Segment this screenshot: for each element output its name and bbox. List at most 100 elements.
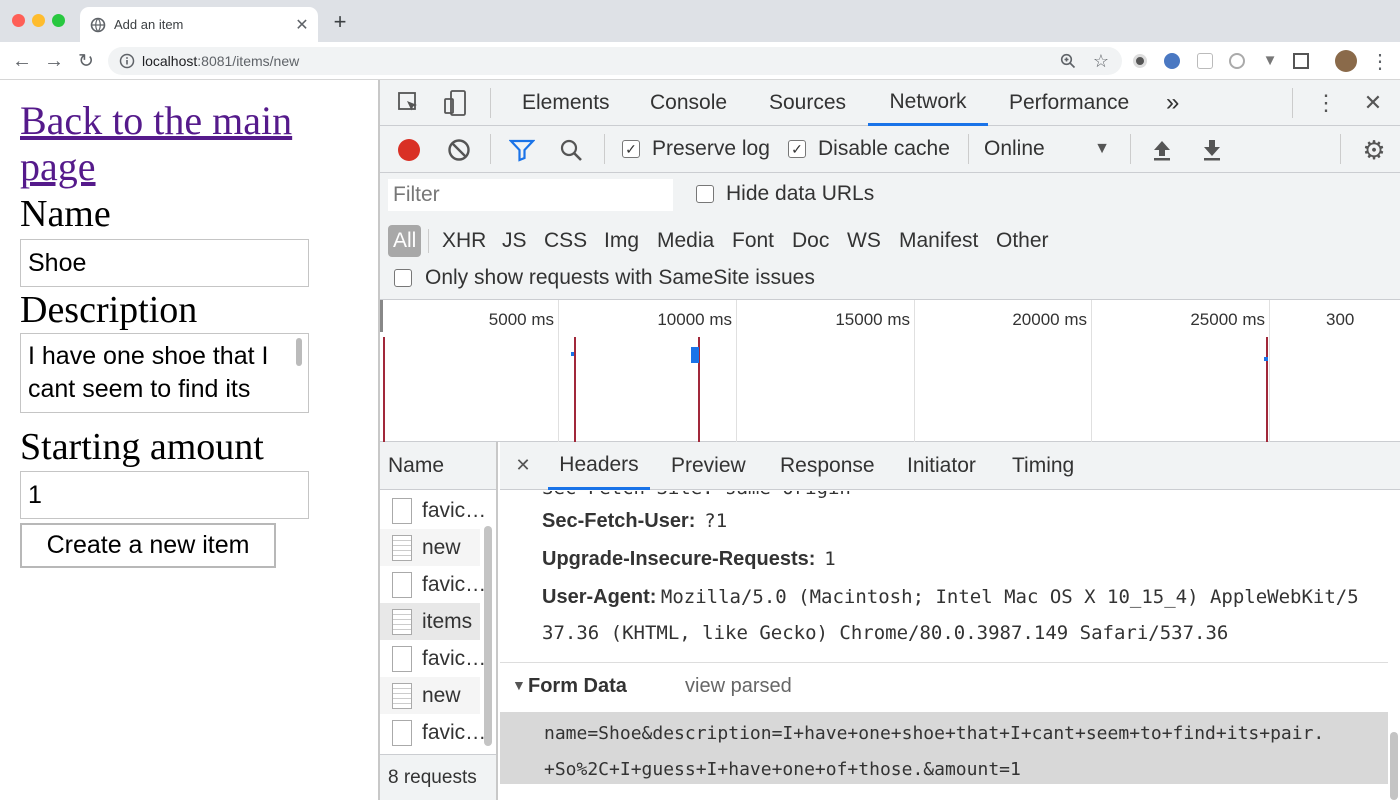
view-parsed-link[interactable]: view parsed <box>685 675 792 698</box>
hide-data-urls-checkbox[interactable] <box>696 185 714 203</box>
extension-icon[interactable] <box>1229 53 1245 69</box>
inspect-element-icon[interactable] <box>396 90 422 116</box>
extension-icon[interactable]: ▼ <box>1260 50 1280 70</box>
export-har-icon[interactable] <box>1200 137 1224 163</box>
menu-kebab-icon[interactable]: ⋮ <box>1370 49 1390 73</box>
extension-icon[interactable] <box>1293 53 1309 69</box>
back-icon[interactable]: ← <box>10 49 34 73</box>
filter-bar: Filter Hide data URLs All XHR JS CSS Img… <box>380 173 1400 300</box>
tab-initiator[interactable]: Initiator <box>907 442 976 490</box>
browser-tab-strip: Add an item ✕ + <box>0 0 1400 42</box>
maximize-window-button[interactable] <box>52 14 65 27</box>
forward-icon[interactable]: → <box>42 49 66 73</box>
type-filter-media[interactable]: Media <box>657 225 714 257</box>
detail-tab-bar: ✕ Headers Preview Response Initiator Tim… <box>500 442 1400 490</box>
chevron-down-icon[interactable]: ▼ <box>1092 138 1112 160</box>
type-filter-img[interactable]: Img <box>604 225 639 257</box>
tab-network[interactable]: Network <box>868 80 988 126</box>
url-text[interactable]: localhost:8081/items/new <box>142 53 299 69</box>
back-link[interactable]: Back to the main page <box>20 98 320 190</box>
type-filter-js[interactable]: JS <box>502 225 527 257</box>
timeline-tick-label: 5000 ms <box>488 310 554 329</box>
file-icon <box>392 497 412 524</box>
disable-cache-checkbox[interactable]: ✓ <box>788 140 806 158</box>
samesite-checkbox[interactable] <box>394 269 412 287</box>
description-textarea[interactable]: I have one shoe that I cant seem to find… <box>20 333 309 413</box>
minimize-window-button[interactable] <box>32 14 45 27</box>
type-filter-xhr[interactable]: XHR <box>442 225 486 257</box>
reload-icon[interactable]: ↻ <box>74 49 98 73</box>
tab-timing[interactable]: Timing <box>1012 442 1074 490</box>
type-filter-manifest[interactable]: Manifest <box>899 225 978 257</box>
type-filter-ws[interactable]: WS <box>847 225 881 257</box>
tab-sources[interactable]: Sources <box>769 80 846 126</box>
triangle-down-icon[interactable]: ▼ <box>512 677 526 693</box>
extension-icon[interactable] <box>1164 53 1180 69</box>
tab-elements[interactable]: Elements <box>522 80 610 126</box>
request-row[interactable]: favic… <box>380 714 486 751</box>
devtools-menu-icon[interactable]: ⋮ <box>1314 90 1338 116</box>
type-filter-other[interactable]: Other <box>996 225 1049 257</box>
clear-icon[interactable] <box>446 137 472 163</box>
name-column-header[interactable]: Name <box>380 442 496 490</box>
new-tab-button[interactable]: + <box>328 9 352 34</box>
request-detail-panel: ✕ Headers Preview Response Initiator Tim… <box>500 442 1400 800</box>
tab-response[interactable]: Response <box>780 442 875 490</box>
bookmark-star-icon[interactable]: ☆ <box>1090 50 1112 72</box>
close-detail-icon[interactable]: ✕ <box>512 454 534 476</box>
info-icon[interactable] <box>118 52 136 70</box>
type-filter-font[interactable]: Font <box>732 225 774 257</box>
textarea-scrollbar[interactable] <box>296 338 302 366</box>
request-row[interactable]: favic… <box>380 492 486 529</box>
form-data-body: name=Shoe&description=I+have+one+shoe+th… <box>500 712 1388 784</box>
close-tab-icon[interactable]: ✕ <box>292 15 312 35</box>
request-bar <box>691 347 699 363</box>
avatar[interactable] <box>1335 50 1357 72</box>
filter-input[interactable]: Filter <box>388 179 673 211</box>
request-row[interactable]: favic… <box>380 640 486 677</box>
request-row[interactable]: new <box>380 677 480 714</box>
type-filter-css[interactable]: CSS <box>544 225 587 257</box>
detail-scrollbar[interactable] <box>1390 732 1398 800</box>
close-window-button[interactable] <box>12 14 25 27</box>
preserve-log-label: Preserve log <box>652 137 770 160</box>
network-toolbar: ✓ Preserve log ✓ Disable cache Online ▼ … <box>380 126 1400 173</box>
request-row[interactable]: new <box>380 529 480 566</box>
status-footer: 8 requests <box>380 754 496 800</box>
type-filter-all[interactable]: All <box>388 225 422 257</box>
tab-performance[interactable]: Performance <box>1009 80 1129 126</box>
close-devtools-icon[interactable]: ✕ <box>1360 90 1386 116</box>
tab-preview[interactable]: Preview <box>671 442 746 490</box>
zoom-icon[interactable] <box>1058 51 1078 71</box>
search-icon[interactable] <box>558 137 584 163</box>
file-icon <box>392 719 412 746</box>
devtools-panel: Elements Console Sources Network Perform… <box>378 80 1400 800</box>
extension-icon[interactable] <box>1133 54 1147 68</box>
import-har-icon[interactable] <box>1150 137 1174 163</box>
throttling-select[interactable]: Online <box>984 137 1045 161</box>
network-overview[interactable]: 5000 ms 10000 ms 15000 ms 20000 ms 25000… <box>380 300 1400 442</box>
preserve-log-checkbox[interactable]: ✓ <box>622 140 640 158</box>
tab-console[interactable]: Console <box>650 80 727 126</box>
device-toolbar-icon[interactable] <box>442 89 468 117</box>
address-bar[interactable]: localhost:8081/items/new ☆ <box>108 47 1122 75</box>
request-row[interactable]: favic… <box>380 566 486 603</box>
document-icon <box>392 682 412 709</box>
header-row: User-Agent: Mozilla/5.0 (Macintosh; Inte… <box>542 586 1359 608</box>
tab-headers[interactable]: Headers <box>548 442 650 490</box>
extension-icon[interactable] <box>1197 53 1213 69</box>
browser-tab[interactable]: Add an item ✕ <box>80 7 318 42</box>
create-item-button[interactable]: Create a new item <box>20 523 276 568</box>
header-row: Upgrade-Insecure-Requests: 1 <box>542 548 836 570</box>
settings-gear-icon[interactable]: ⚙ <box>1360 135 1388 165</box>
request-row-selected[interactable]: items <box>380 603 480 640</box>
amount-input[interactable]: 1 <box>20 471 309 519</box>
filter-icon[interactable] <box>508 137 536 163</box>
form-data-section[interactable]: ▼ Form Data view parsed <box>500 662 1388 710</box>
request-list-scrollbar[interactable] <box>484 526 492 746</box>
more-tabs-button[interactable]: » <box>1166 80 1179 126</box>
record-icon[interactable] <box>398 139 420 161</box>
request-bar <box>571 352 574 356</box>
type-filter-doc[interactable]: Doc <box>792 225 829 257</box>
name-input[interactable]: Shoe <box>20 239 309 287</box>
